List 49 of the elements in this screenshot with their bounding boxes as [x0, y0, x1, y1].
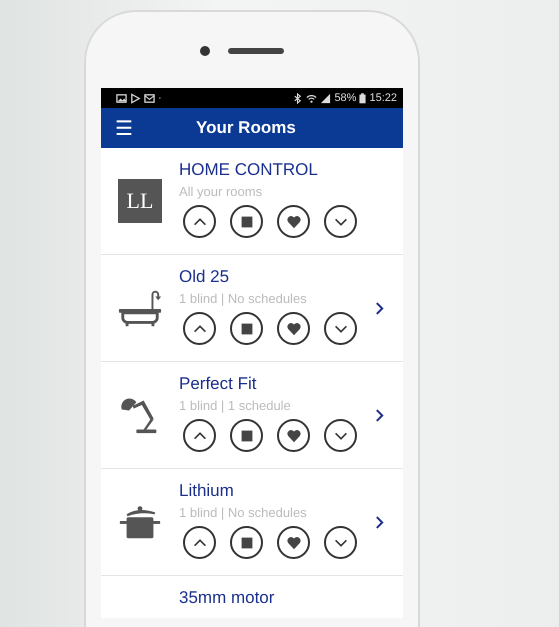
menu-button[interactable]: ☰: [113, 116, 135, 140]
image-icon: [116, 92, 127, 104]
room-subtitle: 1 blind | No schedules: [179, 505, 308, 520]
chevron-right-icon: [375, 300, 384, 316]
room-row[interactable]: LL HOME CONTROL All your rooms: [101, 148, 403, 255]
screen-title: Your Rooms: [196, 118, 296, 138]
favourite-button[interactable]: [277, 312, 310, 345]
room-name: HOME CONTROL: [179, 160, 319, 180]
room-name: Old 25: [179, 267, 230, 287]
favourite-button[interactable]: [277, 419, 310, 452]
room-row[interactable]: 35mm motor: [101, 576, 403, 618]
room-subtitle: 1 blind | No schedules: [179, 291, 308, 306]
room-name: 35mm motor: [179, 588, 276, 608]
battery-percent: 58%: [334, 92, 356, 104]
battery-icon: [359, 92, 366, 104]
bathtub-icon: [117, 288, 163, 328]
chevron-right-icon: [375, 408, 384, 422]
mail-icon: [144, 92, 155, 104]
stop-button[interactable]: [230, 312, 263, 345]
stop-button[interactable]: [230, 205, 263, 238]
raise-button[interactable]: [183, 526, 216, 559]
stop-button[interactable]: [230, 526, 263, 559]
bluetooth-icon: [292, 92, 304, 104]
lower-button[interactable]: [324, 419, 357, 452]
lower-button[interactable]: [324, 312, 357, 345]
notification-dot: ·: [158, 92, 162, 104]
speaker-grille: [228, 48, 284, 54]
raise-button[interactable]: [183, 419, 216, 452]
stop-button[interactable]: [230, 419, 263, 452]
wifi-icon: [306, 92, 318, 104]
room-subtitle: 1 blind | 1 schedule: [179, 398, 292, 413]
favourite-button[interactable]: [277, 526, 310, 559]
room-name: Lithium: [179, 481, 235, 501]
room-name: Perfect Fit: [179, 374, 258, 394]
favourite-button[interactable]: [277, 205, 310, 238]
raise-button[interactable]: [183, 205, 216, 238]
lower-button[interactable]: [324, 526, 357, 559]
camera: [200, 46, 210, 56]
room-row[interactable]: Old 25 1 blind | No schedules: [101, 255, 403, 362]
play-icon: [130, 92, 141, 104]
signal-icon: [320, 92, 332, 104]
raise-button[interactable]: [183, 312, 216, 345]
clock-time: 15:22: [369, 92, 397, 104]
room-subtitle: All your rooms: [179, 184, 264, 199]
room-row[interactable]: Lithium 1 blind | No schedules: [101, 469, 403, 576]
lower-button[interactable]: [324, 205, 357, 238]
brand-logo: LL: [118, 179, 162, 223]
chevron-right-icon: [375, 514, 384, 530]
room-row[interactable]: Perfect Fit 1 blind | 1 schedule: [101, 362, 403, 469]
